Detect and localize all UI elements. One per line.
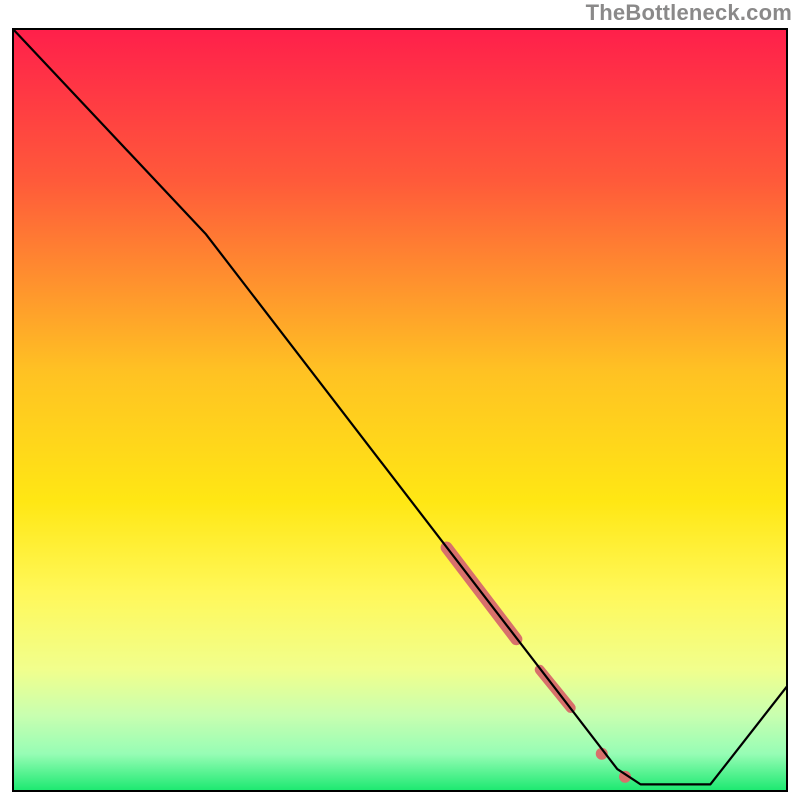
watermark-text: TheBottleneck.com <box>586 0 792 26</box>
plot-background <box>12 28 788 792</box>
bottleneck-chart <box>12 28 788 792</box>
chart-container: TheBottleneck.com <box>0 0 800 800</box>
